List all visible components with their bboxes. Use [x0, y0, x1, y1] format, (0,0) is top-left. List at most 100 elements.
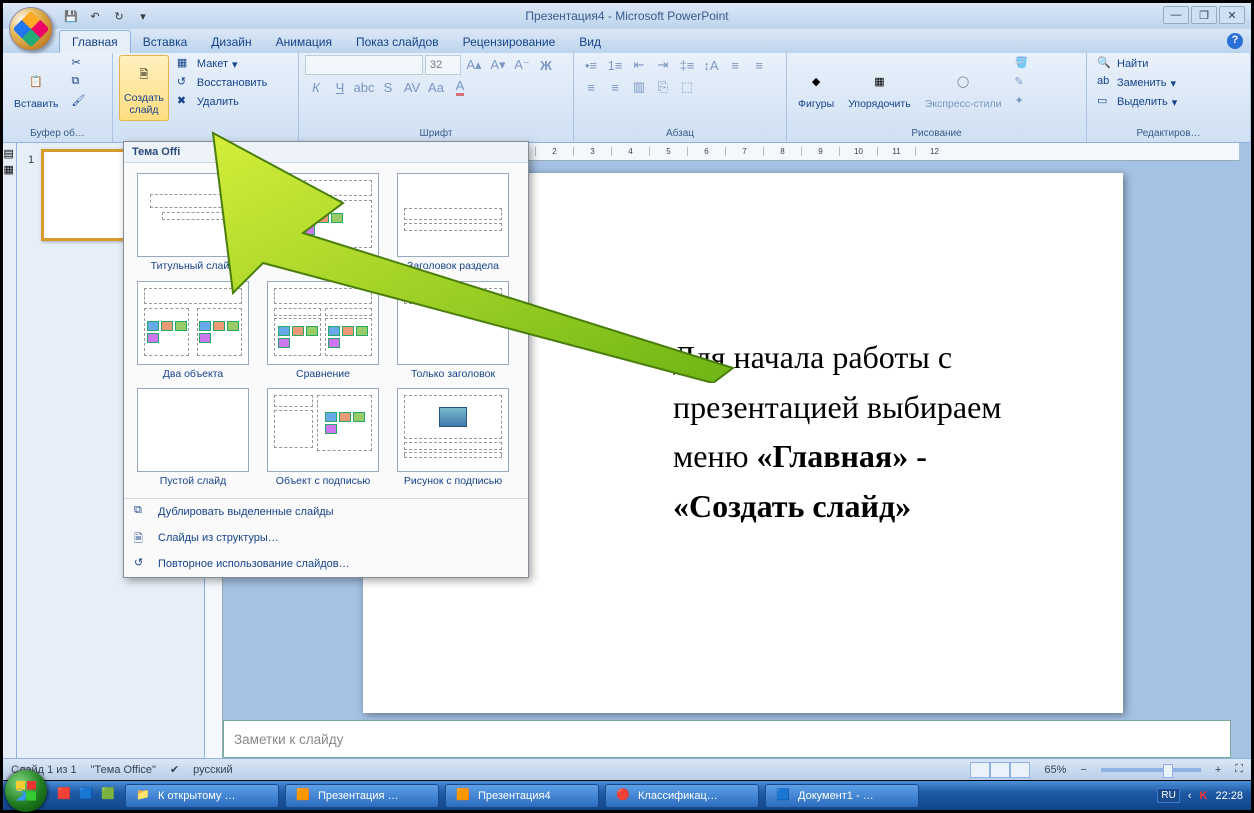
- shape-fill-button[interactable]: 🪣: [1010, 55, 1034, 73]
- char-spacing-icon[interactable]: AV: [401, 77, 423, 97]
- font-size-combo[interactable]: 32: [425, 55, 461, 75]
- tab-animation[interactable]: Анимация: [264, 31, 344, 53]
- layout-picture-caption[interactable]: Рисунок с подписью: [388, 384, 518, 492]
- layout-content-caption[interactable]: Объект с подписью: [258, 384, 388, 492]
- zoom-slider[interactable]: [1101, 768, 1201, 772]
- paste-button[interactable]: 📋 Вставить: [9, 55, 64, 121]
- new-slide-button[interactable]: 🗎 Создать слайд: [119, 55, 169, 121]
- notes-pane[interactable]: Заметки к слайду: [223, 720, 1231, 758]
- layout-title-slide[interactable]: Титульный слайд: [128, 169, 258, 277]
- replace-button[interactable]: abЗаменить ▾: [1093, 74, 1181, 92]
- quick-launch-1[interactable]: 🟥: [57, 787, 75, 805]
- smartart-icon[interactable]: ⬚: [676, 77, 698, 97]
- status-language[interactable]: русский: [193, 764, 232, 776]
- find-button[interactable]: 🔍Найти: [1093, 55, 1181, 73]
- office-button[interactable]: [9, 7, 53, 51]
- delete-slide-button[interactable]: ✖Удалить: [173, 93, 271, 111]
- save-icon[interactable]: 💾: [61, 6, 81, 26]
- align-right-icon[interactable]: ≡: [580, 77, 602, 97]
- zoom-percent[interactable]: 65%: [1044, 764, 1066, 776]
- indent-inc-icon[interactable]: ⇥: [652, 55, 674, 75]
- gallery-reuse-slides[interactable]: ↺Повторное использование слайдов…: [124, 551, 528, 577]
- shape-effects-button[interactable]: ✦: [1010, 93, 1034, 111]
- line-spacing-icon[interactable]: ‡≡: [676, 55, 698, 75]
- qat-customize-icon[interactable]: ▾: [133, 6, 153, 26]
- arrange-button[interactable]: ▦ Упорядочить: [843, 55, 915, 121]
- restore-button[interactable]: ❐: [1191, 6, 1217, 24]
- minimize-button[interactable]: —: [1163, 6, 1189, 24]
- redo-icon[interactable]: ↻: [109, 6, 129, 26]
- layout-title-only[interactable]: Только заголовок: [388, 277, 518, 385]
- quick-launch-3[interactable]: 🟩: [101, 787, 119, 805]
- gallery-duplicate-slides[interactable]: ⧉Дублировать выделенные слайды: [124, 499, 528, 525]
- layout-section-header[interactable]: Заголовок раздела: [388, 169, 518, 277]
- zoom-in-icon[interactable]: +: [1215, 764, 1221, 776]
- strike-icon[interactable]: abc: [353, 77, 375, 97]
- taskbar-item-2[interactable]: 🟧Презентация …: [285, 784, 439, 808]
- layout-comparison[interactable]: Сравнение: [258, 277, 388, 385]
- view-sorter-icon[interactable]: [990, 762, 1010, 778]
- font-family-combo[interactable]: [305, 55, 423, 75]
- gallery-slides-from-outline[interactable]: 🗎Слайды из структуры…: [124, 525, 528, 551]
- underline-icon[interactable]: Ч: [329, 77, 351, 97]
- copy-button[interactable]: ⧉: [68, 74, 92, 92]
- font-color-icon[interactable]: A: [449, 77, 471, 97]
- justify-icon[interactable]: ≡: [604, 77, 626, 97]
- slides-tab-icon[interactable]: ▦: [4, 163, 16, 175]
- taskbar-item-3[interactable]: 🟧Презентация4: [445, 784, 599, 808]
- language-indicator[interactable]: RU: [1157, 788, 1179, 803]
- reset-button[interactable]: ↺Восстановить: [173, 74, 271, 92]
- numbering-icon[interactable]: 1≡: [604, 55, 626, 75]
- indent-dec-icon[interactable]: ⇤: [628, 55, 650, 75]
- clear-format-icon[interactable]: A⁻: [511, 55, 533, 75]
- clock[interactable]: 22:28: [1215, 790, 1243, 802]
- layout-title-content[interactable]: объек: [258, 169, 388, 277]
- spellcheck-icon[interactable]: ✔: [170, 763, 179, 776]
- shadow-icon[interactable]: S: [377, 77, 399, 97]
- layout-icon: ▦: [177, 56, 193, 72]
- align-text-icon[interactable]: ⎘: [652, 77, 674, 97]
- italic-icon[interactable]: К: [305, 77, 327, 97]
- status-theme: "Тема Office": [91, 764, 156, 776]
- tray-av-icon[interactable]: K: [1200, 790, 1208, 802]
- outline-tab-icon[interactable]: ▤: [4, 147, 16, 159]
- bullets-icon[interactable]: •≡: [580, 55, 602, 75]
- view-show-icon[interactable]: [1010, 762, 1030, 778]
- close-button[interactable]: ✕: [1219, 6, 1245, 24]
- tab-review[interactable]: Рецензирование: [451, 31, 568, 53]
- help-icon[interactable]: ?: [1227, 33, 1243, 49]
- shape-outline-button[interactable]: ✎: [1010, 74, 1034, 92]
- layout-blank[interactable]: Пустой слайд: [128, 384, 258, 492]
- tab-insert[interactable]: Вставка: [131, 31, 200, 53]
- align-center-icon[interactable]: ≡: [748, 55, 770, 75]
- select-button[interactable]: ▭Выделить ▾: [1093, 93, 1181, 111]
- cut-button[interactable]: ✂: [68, 55, 92, 73]
- zoom-out-icon[interactable]: −: [1080, 764, 1086, 776]
- undo-icon[interactable]: ↶: [85, 6, 105, 26]
- taskbar-item-4[interactable]: 🔴Классификац…: [605, 784, 759, 808]
- notes-placeholder: Заметки к слайду: [234, 732, 343, 747]
- tab-design[interactable]: Дизайн: [199, 31, 263, 53]
- layout-button[interactable]: ▦Макет ▾: [173, 55, 271, 73]
- fit-slide-icon[interactable]: ⛶: [1235, 763, 1243, 776]
- tab-slideshow[interactable]: Показ слайдов: [344, 31, 451, 53]
- tray-expand-icon[interactable]: ‹: [1188, 790, 1192, 802]
- grow-font-icon[interactable]: A▴: [463, 55, 485, 75]
- start-button[interactable]: [5, 770, 47, 812]
- tab-view[interactable]: Вид: [567, 31, 613, 53]
- shapes-button[interactable]: ◆ Фигуры: [793, 55, 839, 121]
- taskbar-item-1[interactable]: 📁К открытому …: [125, 784, 279, 808]
- taskbar-item-5[interactable]: 🟦Документ1 - …: [765, 784, 919, 808]
- text-direction-icon[interactable]: ↕A: [700, 55, 722, 75]
- shrink-font-icon[interactable]: A▾: [487, 55, 509, 75]
- view-normal-icon[interactable]: [970, 762, 990, 778]
- format-painter-button[interactable]: 🖌: [68, 93, 92, 111]
- quick-launch-2[interactable]: 🟦: [79, 787, 97, 805]
- tab-home[interactable]: Главная: [59, 30, 131, 53]
- columns-icon[interactable]: ▥: [628, 77, 650, 97]
- layout-two-content[interactable]: Два объекта: [128, 277, 258, 385]
- change-case-icon[interactable]: Aa: [425, 77, 447, 97]
- bold-icon[interactable]: Ж: [535, 55, 557, 75]
- quick-styles-button[interactable]: ◯ Экспресс-стили: [920, 55, 1007, 121]
- align-left-icon[interactable]: ≡: [724, 55, 746, 75]
